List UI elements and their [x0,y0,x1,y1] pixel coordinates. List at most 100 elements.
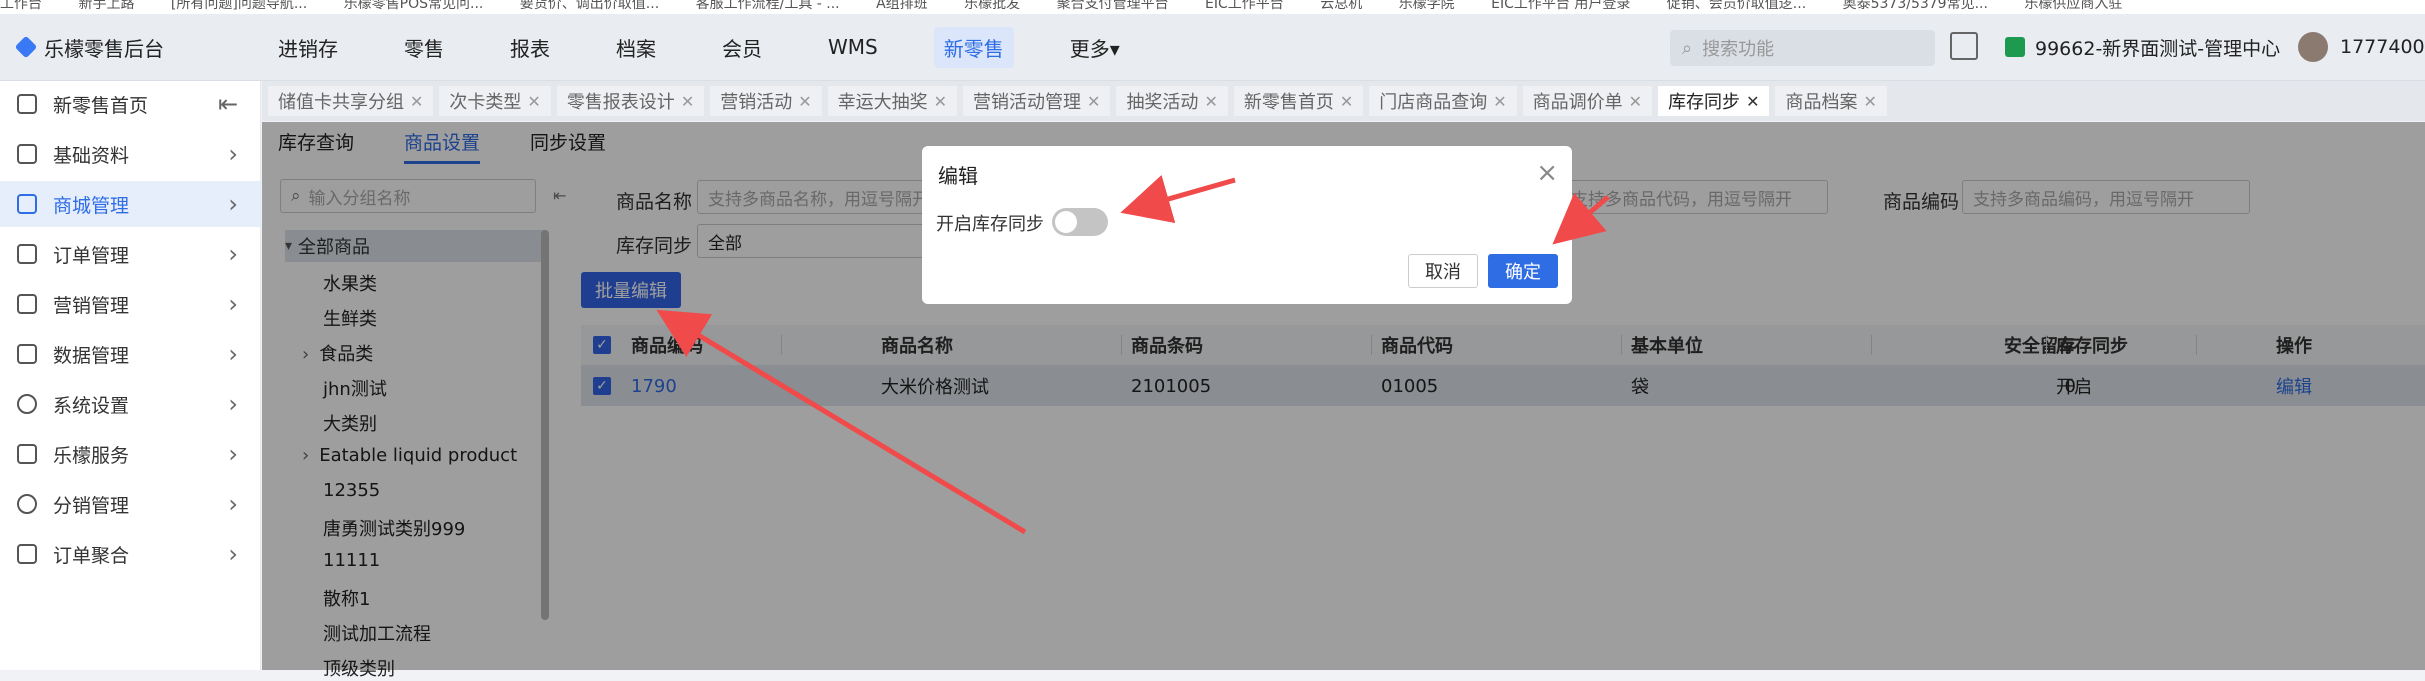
page-tab[interactable]: 幸运大抽奖 ✕ [827,86,958,116]
sidebar-item-service[interactable]: 乐檬服务 › [0,431,260,477]
chevron-right-icon: › [228,140,238,168]
page-tab-active[interactable]: 库存同步 ✕ [1658,86,1770,116]
top-nav: 乐檬零售后台 进销存 零售 报表 档案 会员 WMS 新零售 更多▾ ⌕ 搜索功… [0,14,2425,81]
bookmark[interactable]: 聚合支付管理平台 [1057,0,1169,12]
bookmark[interactable]: 乐檬批发 [964,0,1020,12]
page-tab[interactable]: 抽奖活动 ✕ [1116,86,1228,116]
bookmark[interactable]: 乐檬学院 [1399,0,1455,12]
stock-sync-toggle-label: 开启库存同步 [936,214,1044,235]
tab-label: 幸运大抽奖 [837,92,928,113]
user-menu[interactable]: 177740052 [2298,28,2425,66]
close-icon[interactable]: ✕ [1493,92,1506,111]
close-icon[interactable]: ✕ [681,92,694,111]
menu-item[interactable]: 报表 [500,27,560,68]
confirm-button[interactable]: 确定 [1488,254,1558,288]
bookmark[interactable]: 新手上路 [78,0,134,12]
sidebar-item-label: 新零售首页 [53,94,149,117]
close-icon[interactable]: ✕ [1629,92,1642,111]
function-search-input[interactable]: ⌕ 搜索功能 [1670,30,1935,66]
edit-modal: 编辑 × 开启库存同步 取消 确定 [922,146,1572,304]
user-name: 177740052 [2340,36,2425,58]
bookmark[interactable]: 乐檬零售POS常见问... [344,0,484,12]
sidebar-item-label: 数据管理 [53,344,130,367]
page-tab[interactable]: 零售报表设计 ✕ [556,86,705,116]
bookmark[interactable]: 乐檬供应商入驻 [2024,0,2122,12]
sidebar-item-basic-data[interactable]: 基础资料 › [0,131,260,177]
close-icon[interactable]: ✕ [1204,92,1217,111]
close-icon[interactable]: × [1536,158,1558,188]
menu-item[interactable]: 零售 [394,27,454,68]
page-tab[interactable]: 营销活动 ✕ [710,86,822,116]
bookmark[interactable]: A组排班 [876,0,928,12]
print-icon[interactable] [1950,32,1978,60]
bookmark[interactable]: 奥泰5373/5379常见... [1843,0,1988,12]
bookmark[interactable]: 客服工作流程/工具 - ... [696,0,840,12]
sidebar-item-label: 分销管理 [53,494,130,517]
close-icon[interactable]: ✕ [410,92,423,111]
cancel-button[interactable]: 取消 [1408,254,1478,288]
order-icon [17,244,37,264]
marketing-icon [17,294,37,314]
home-icon [17,94,37,114]
close-icon[interactable]: ✕ [934,92,947,111]
tab-label: 商品调价单 [1532,92,1623,113]
collapse-sidebar-icon[interactable]: ⇤ [218,90,238,118]
store-icon [2005,37,2025,57]
tab-label: 门店商品查询 [1379,92,1488,113]
bookmark[interactable]: 促销、会员价取值逻... [1667,0,1806,12]
close-icon[interactable]: ✕ [1340,92,1353,111]
sidebar-item-distribution[interactable]: 分销管理 › [0,481,260,527]
sidebar-item-label: 系统设置 [53,394,130,417]
sidebar-item-label: 基础资料 [53,144,130,167]
menu-item[interactable]: 进销存 [268,27,348,68]
app-logo[interactable]: 乐檬零售后台 [14,14,164,80]
chevron-right-icon: › [228,340,238,368]
stock-sync-toggle[interactable] [1052,208,1108,236]
chevron-right-icon: › [228,240,238,268]
tab-label: 新零售首页 [1243,92,1334,113]
tab-label: 次卡类型 [449,92,522,113]
bookmark[interactable]: EIC工作平台 用户登录 [1491,0,1630,12]
sidebar-item-mall[interactable]: 商城管理 › [0,181,260,227]
tab-label: 营销活动 [720,92,793,113]
store-selector[interactable]: 99662-新界面测试-管理中心 [2005,28,2280,66]
page-tab[interactable]: 营销活动管理 ✕ [963,86,1111,116]
bookmark[interactable]: EIC工作平台 [1205,0,1284,12]
sidebar-item-data[interactable]: 数据管理 › [0,331,260,377]
menu-item[interactable]: WMS [818,29,888,65]
search-icon: ⌕ [1682,37,1693,59]
menu-item-more[interactable]: 更多▾ [1060,27,1130,68]
sidebar-item-label: 商城管理 [53,194,130,217]
sidebar-item-orders[interactable]: 订单管理 › [0,231,260,277]
bookmark[interactable]: 要货价、调出价取值... [520,0,659,12]
page-tab[interactable]: 次卡类型 ✕ [439,86,551,116]
chevron-right-icon: › [228,540,238,568]
sidebar-item-home[interactable]: 新零售首页 ⇤ [0,81,260,127]
close-icon[interactable]: ✕ [1746,92,1759,111]
page-tab[interactable]: 商品调价单 ✕ [1522,86,1653,116]
sidebar-item-order-aggregate[interactable]: 订单聚合 › [0,531,260,577]
page-tab[interactable]: 储值卡共享分组 ✕ [268,86,434,116]
menu-item[interactable]: 档案 [606,27,666,68]
chevron-right-icon: › [228,390,238,418]
close-icon[interactable]: ✕ [1087,92,1100,111]
chart-icon [17,344,37,364]
page-tab-bar: 储值卡共享分组 ✕ 次卡类型 ✕ 零售报表设计 ✕ 营销活动 ✕ 幸运大抽奖 ✕ 营销活动… [262,81,2425,121]
page-tab[interactable]: 门店商品查询 ✕ [1369,86,1517,116]
sidebar-item-settings[interactable]: 系统设置 › [0,381,260,427]
bookmark[interactable]: [所有问题]问题导航... [171,0,307,12]
sidebar-item-marketing[interactable]: 营销管理 › [0,281,260,327]
bookmark[interactable]: 云总机 [1320,0,1362,12]
menu-item[interactable]: 会员 [712,27,772,68]
app-title: 乐檬零售后台 [44,36,164,61]
chevron-right-icon: › [228,440,238,468]
page-tab[interactable]: 新零售首页 ✕ [1233,86,1364,116]
menu-item-active[interactable]: 新零售 [933,26,1014,68]
close-icon[interactable]: ✕ [798,92,811,111]
sidebar-item-label: 营销管理 [53,294,130,317]
bookmark[interactable]: 工作台 [0,0,42,12]
chevron-right-icon: › [228,190,238,218]
page-tab[interactable]: 商品档案 ✕ [1775,86,1887,116]
close-icon[interactable]: ✕ [527,92,540,111]
close-icon[interactable]: ✕ [1863,92,1876,111]
